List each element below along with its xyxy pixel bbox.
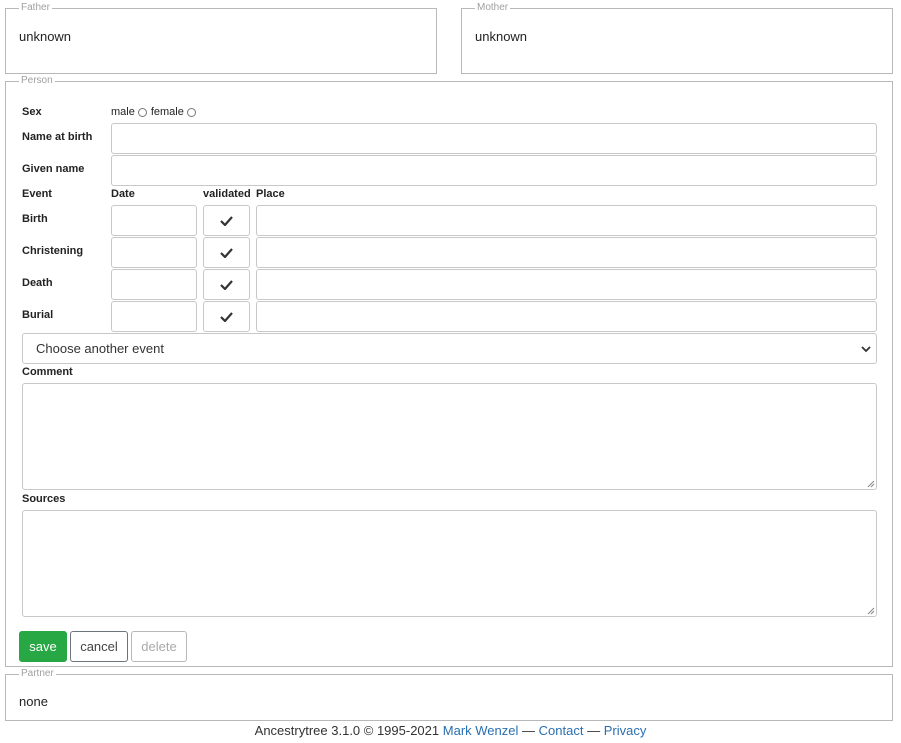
footer-text: Ancestrytree 3.1.0 © 1995-2021: [254, 723, 440, 738]
sex-label: Sex: [22, 106, 42, 118]
mother-value[interactable]: unknown: [475, 29, 527, 44]
event-column-header: Event: [22, 188, 52, 200]
female-radio[interactable]: [186, 107, 196, 117]
burial-validated-toggle[interactable]: [203, 301, 250, 332]
choose-event-value: Choose another event: [36, 341, 164, 356]
resize-grip-icon[interactable]: [867, 480, 875, 488]
death-place-input[interactable]: [256, 269, 877, 300]
sources-label: Sources: [22, 493, 66, 505]
event-label-burial: Burial: [22, 309, 54, 321]
birth-validated-toggle[interactable]: [203, 205, 250, 236]
male-radio[interactable]: [137, 107, 147, 117]
check-icon: [220, 247, 233, 258]
date-column-header: Date: [111, 188, 135, 200]
given-name-input[interactable]: [111, 155, 877, 186]
death-validated-toggle[interactable]: [203, 269, 250, 300]
event-label-death: Death: [22, 277, 53, 289]
author-link[interactable]: Mark Wenzel: [443, 723, 519, 738]
comment-label: Comment: [22, 366, 73, 378]
partner-panel: Partner none: [5, 669, 893, 721]
burial-date-input[interactable]: [111, 301, 197, 332]
person-panel: Person Sex male female Name at birth Giv…: [5, 76, 893, 667]
sources-textarea[interactable]: [22, 510, 877, 617]
name-at-birth-label: Name at birth: [22, 131, 93, 143]
sex-options: male female: [111, 106, 200, 118]
person-legend: Person: [21, 75, 53, 86]
event-label-birth: Birth: [22, 213, 48, 225]
burial-place-input[interactable]: [256, 301, 877, 332]
place-column-header: Place: [256, 188, 285, 200]
father-panel: Father unknown: [5, 3, 437, 74]
father-value[interactable]: unknown: [19, 29, 71, 44]
contact-link[interactable]: Contact: [539, 723, 584, 738]
save-button[interactable]: save: [19, 631, 67, 662]
footer-separator: —: [587, 723, 601, 738]
delete-button[interactable]: delete: [131, 631, 187, 662]
male-label: male: [111, 106, 135, 118]
mother-panel: Mother unknown: [461, 3, 893, 74]
cancel-button[interactable]: cancel: [70, 631, 128, 662]
christening-validated-toggle[interactable]: [203, 237, 250, 268]
birth-place-input[interactable]: [256, 205, 877, 236]
female-label: female: [150, 106, 184, 118]
death-date-input[interactable]: [111, 269, 197, 300]
given-name-label: Given name: [22, 163, 85, 175]
resize-grip-icon[interactable]: [867, 607, 875, 615]
name-at-birth-input[interactable]: [111, 123, 877, 154]
choose-event-select[interactable]: Choose another event: [22, 333, 877, 364]
partner-value[interactable]: none: [19, 694, 48, 709]
partner-legend: Partner: [21, 668, 54, 679]
check-icon: [220, 215, 233, 226]
comment-textarea[interactable]: [22, 383, 877, 490]
footer-separator: —: [522, 723, 536, 738]
privacy-link[interactable]: Privacy: [604, 723, 647, 738]
mother-legend: Mother: [477, 2, 509, 13]
christening-place-input[interactable]: [256, 237, 877, 268]
christening-date-input[interactable]: [111, 237, 197, 268]
birth-date-input[interactable]: [111, 205, 197, 236]
check-icon: [220, 279, 233, 290]
validated-column-header: validated: [203, 188, 251, 200]
father-legend: Father: [21, 2, 50, 13]
footer: Ancestrytree 3.1.0 © 1995-2021 Mark Wenz…: [0, 723, 901, 738]
check-icon: [220, 311, 233, 322]
event-label-christening: Christening: [22, 245, 84, 257]
chevron-down-icon: [861, 346, 871, 353]
